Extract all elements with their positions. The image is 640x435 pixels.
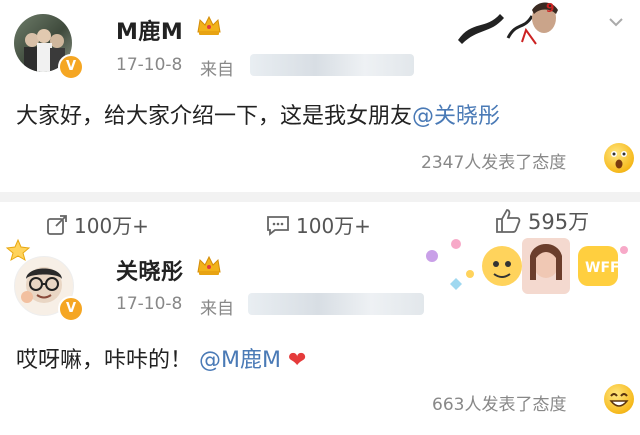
svg-text:9: 9	[546, 1, 554, 15]
source-label: 来自	[200, 299, 234, 319]
decorative-sticker-banner-icon: WFF	[410, 236, 640, 294]
more-options-icon[interactable]	[606, 12, 626, 32]
post-date: 17-10-8	[116, 55, 183, 75]
reaction-count[interactable]: 663人发表了态度	[432, 390, 566, 415]
surprised-emoji-icon[interactable]	[604, 143, 634, 173]
weibo-post-1: V M鹿M 9 17-10-8 来自 大家好，给大家介绍一下，这是我女朋友@关晓…	[0, 0, 640, 192]
username[interactable]: 关晓彤	[116, 254, 184, 286]
post-body: 大家好，给大家介绍一下，这是我女朋友	[16, 104, 413, 129]
blurred-source	[250, 54, 414, 76]
star-sticker-icon	[4, 238, 32, 262]
post-body: 哎呀嘛，咔咔的！	[16, 348, 193, 373]
weibo-post-2: WFF V 关晓彤 17-10-8 来自 哎呀嘛，咔咔的！ @M鹿M ❤ 663…	[0, 202, 640, 435]
post-text: 哎呀嘛，咔咔的！ @M鹿M ❤	[16, 342, 306, 374]
reaction-count[interactable]: 2347人发表了态度	[421, 148, 566, 173]
svg-text:WFF: WFF	[585, 260, 620, 276]
verified-badge-icon: V	[58, 54, 84, 80]
heart-icon: ❤	[287, 348, 307, 373]
post-text: 大家好，给大家介绍一下，这是我女朋友@关晓彤	[16, 98, 500, 130]
crown-icon	[197, 15, 221, 35]
verified-badge-icon: V	[58, 296, 84, 322]
mention-link[interactable]: @M鹿M	[199, 348, 281, 373]
mention-link[interactable]: @关晓彤	[412, 104, 500, 129]
source-label: 来自	[200, 60, 234, 80]
username[interactable]: M鹿M	[116, 14, 183, 46]
crown-icon	[197, 255, 221, 275]
post-date: 17-10-8	[116, 294, 183, 314]
blurred-source	[248, 293, 424, 315]
grinning-emoji-icon[interactable]	[604, 384, 634, 414]
post-divider	[0, 192, 640, 202]
decorative-card-icon: 9	[452, 0, 564, 48]
